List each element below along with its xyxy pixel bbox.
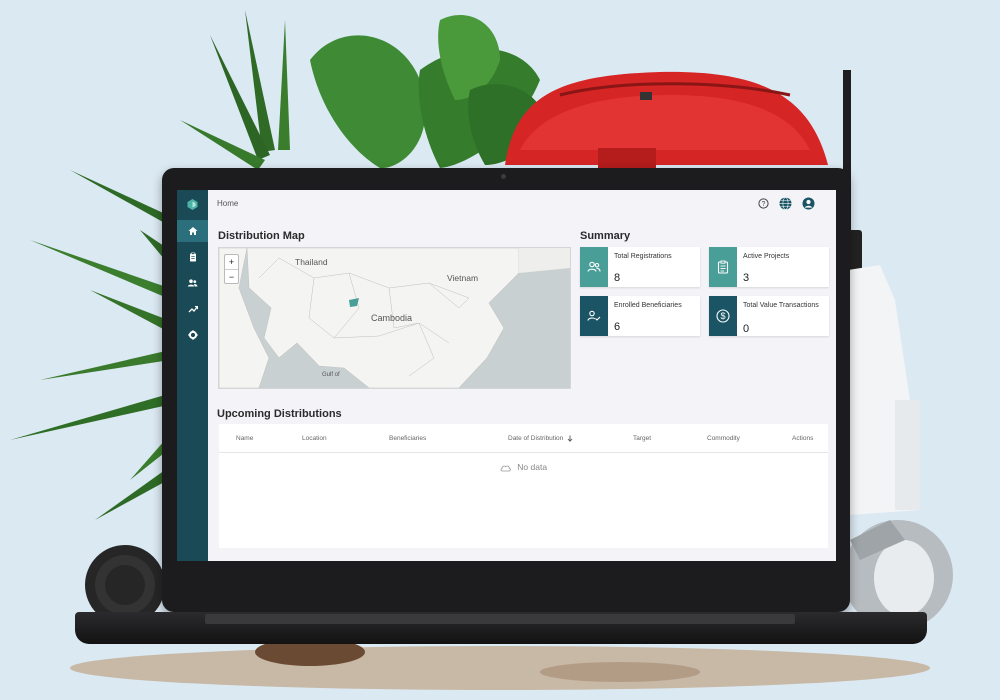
zoom-control: + − bbox=[224, 254, 239, 284]
distributions-title: Upcoming Distributions bbox=[217, 408, 342, 420]
arrow-down-icon bbox=[567, 435, 573, 442]
dollar-icon: $ bbox=[709, 296, 737, 336]
sidebar-item-home[interactable] bbox=[177, 220, 208, 242]
breadcrumb[interactable]: Home bbox=[217, 199, 238, 208]
globe-icon[interactable] bbox=[778, 196, 792, 210]
svg-text:$: $ bbox=[720, 311, 725, 321]
card-value: 0 bbox=[743, 323, 750, 335]
user-check-icon bbox=[580, 296, 608, 336]
sidebar-item-beneficiaries[interactable] bbox=[177, 272, 208, 294]
summary-card-enrolled-beneficiaries[interactable]: Enrolled Beneficiaries 6 bbox=[580, 296, 700, 336]
app-logo-icon bbox=[186, 198, 199, 211]
card-label: Enrolled Beneficiaries bbox=[614, 302, 682, 309]
column-commodity[interactable]: Commodity bbox=[707, 435, 740, 442]
card-value: 6 bbox=[614, 321, 621, 333]
laptop-hinge bbox=[205, 614, 795, 624]
avatar-icon[interactable] bbox=[801, 196, 815, 210]
summary-card-active-projects[interactable]: Active Projects 3 bbox=[709, 247, 829, 287]
soil-icon bbox=[70, 638, 930, 690]
sidebar bbox=[177, 190, 208, 561]
app-screen: Home ? Distribution Map + − Thailand Vie… bbox=[177, 190, 836, 561]
map-label-cambodia: Cambodia bbox=[371, 313, 413, 323]
card-value: 3 bbox=[743, 272, 750, 284]
column-location[interactable]: Location bbox=[302, 435, 327, 442]
card-label: Total Value Transactions bbox=[743, 302, 819, 309]
card-label: Active Projects bbox=[743, 253, 790, 260]
top-bar: Home ? bbox=[208, 190, 836, 214]
empty-text: No data bbox=[517, 462, 548, 472]
card-label: Total Registrations bbox=[614, 253, 672, 260]
column-date-of-distribution[interactable]: Date of Distribution bbox=[508, 435, 573, 442]
sidebar-item-reports[interactable] bbox=[177, 298, 208, 320]
sidebar-item-settings[interactable] bbox=[177, 324, 208, 346]
table-header: Name Location Beneficiaries Date of Dist… bbox=[219, 424, 828, 453]
people-icon bbox=[187, 279, 198, 287]
map-label-vietnam: Vietnam bbox=[447, 273, 479, 283]
map-label-gulf: Gulf of bbox=[322, 372, 340, 378]
empty-state: No data bbox=[219, 462, 828, 472]
map-title: Distribution Map bbox=[218, 230, 305, 242]
home-icon bbox=[188, 227, 197, 235]
column-date-label: Date of Distribution bbox=[508, 435, 564, 443]
sidebar-item-projects[interactable] bbox=[177, 246, 208, 268]
backpack-icon bbox=[505, 71, 828, 168]
column-target[interactable]: Target bbox=[633, 435, 651, 442]
jerrycan-icon bbox=[848, 265, 920, 515]
summary-title: Summary bbox=[580, 230, 631, 242]
scene: Home ? Distribution Map + − Thailand Vie… bbox=[0, 0, 1000, 700]
zoom-out-button[interactable]: − bbox=[225, 270, 238, 284]
column-name[interactable]: Name bbox=[236, 435, 253, 442]
map-label-thailand: Thailand bbox=[295, 257, 328, 267]
column-beneficiaries[interactable]: Beneficiaries bbox=[389, 435, 426, 442]
zoom-in-button[interactable]: + bbox=[225, 255, 238, 270]
webcam-icon bbox=[501, 174, 506, 179]
clipboard-icon bbox=[189, 252, 196, 262]
main-content: Home ? Distribution Map + − Thailand Vie… bbox=[208, 190, 836, 561]
distributions-table: Name Location Beneficiaries Date of Dist… bbox=[219, 424, 828, 548]
gear-icon bbox=[187, 330, 198, 340]
summary-card-total-value-transactions[interactable]: $ Total Value Transactions 0 bbox=[709, 296, 829, 336]
distribution-map[interactable]: + − Thailand Vietnam Cambodia Gulf of bbox=[218, 247, 571, 389]
column-actions[interactable]: Actions bbox=[792, 435, 813, 442]
cloud-icon bbox=[500, 465, 511, 472]
trend-icon bbox=[188, 306, 198, 313]
people-icon bbox=[580, 247, 608, 287]
clipboard-icon bbox=[709, 247, 737, 287]
svg-text:?: ? bbox=[761, 201, 765, 208]
help-icon[interactable]: ? bbox=[756, 196, 770, 210]
card-value: 8 bbox=[614, 272, 621, 284]
summary-card-total-registrations[interactable]: Total Registrations 8 bbox=[580, 247, 700, 287]
